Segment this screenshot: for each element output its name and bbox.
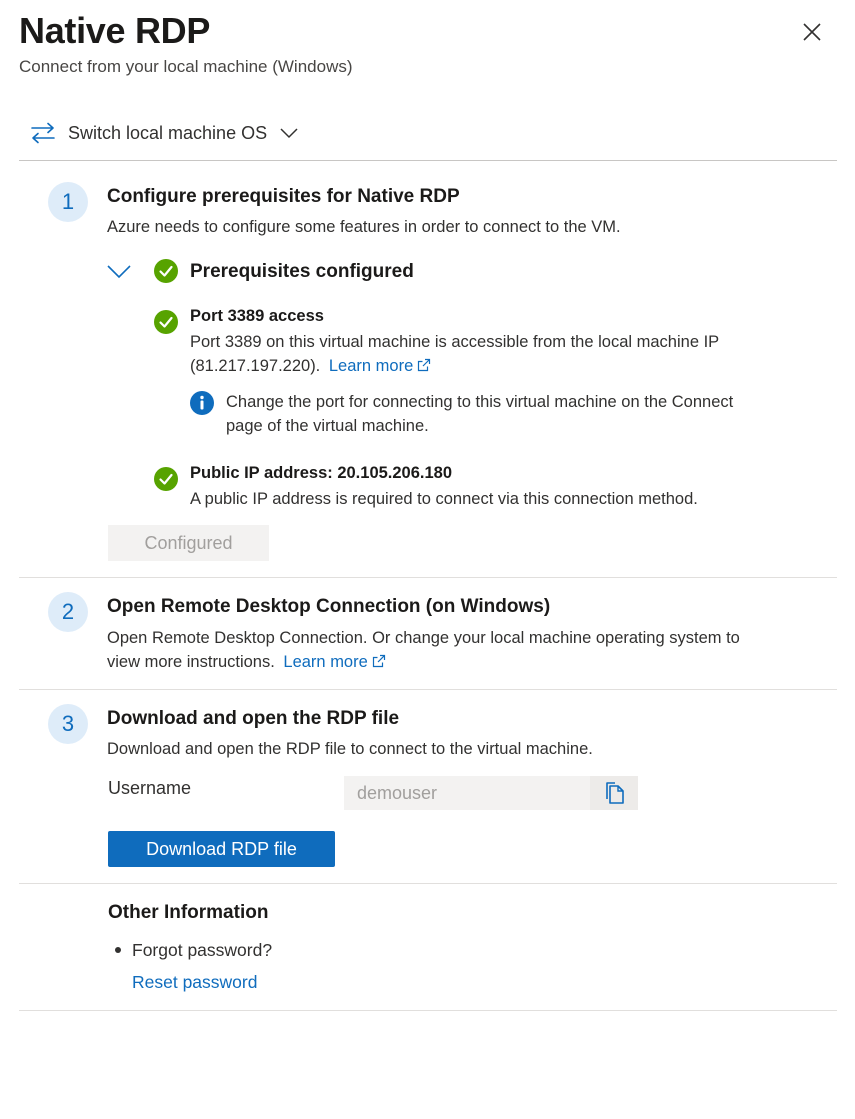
learn-more-label: Learn more bbox=[283, 653, 368, 671]
external-link-icon bbox=[372, 654, 385, 668]
other-info-title: Other Information bbox=[108, 902, 269, 923]
learn-more-link[interactable]: Learn more bbox=[283, 653, 385, 671]
download-rdp-button[interactable]: Download RDP file bbox=[108, 831, 335, 867]
step1-description: Azure needs to configure some features i… bbox=[107, 218, 621, 236]
port-description-line2: (81.217.197.220). Learn more bbox=[190, 354, 431, 378]
success-check-icon bbox=[154, 259, 178, 283]
port-description-line1: Port 3389 on this virtual machine is acc… bbox=[190, 333, 720, 351]
info-line2: page of the virtual machine. bbox=[226, 417, 429, 435]
reset-password-link[interactable]: Reset password bbox=[132, 972, 257, 993]
divider bbox=[19, 883, 837, 884]
username-label: Username bbox=[108, 778, 192, 798]
info-icon bbox=[190, 391, 214, 415]
divider bbox=[19, 1010, 837, 1011]
step3-title: Download and open the RDP file bbox=[107, 708, 400, 729]
public-ip-description: A public IP address is required to conne… bbox=[190, 490, 698, 508]
page-title: Native RDP bbox=[19, 10, 211, 51]
close-button[interactable] bbox=[798, 18, 826, 46]
learn-more-link[interactable]: Learn more bbox=[329, 357, 431, 375]
copy-icon bbox=[606, 782, 624, 804]
switch-arrows-icon bbox=[31, 122, 55, 144]
success-check-icon bbox=[154, 310, 178, 334]
external-link-icon bbox=[418, 358, 431, 372]
chevron-down-icon bbox=[107, 265, 131, 279]
step2-line1: Open Remote Desktop Connection. Or chang… bbox=[107, 629, 740, 647]
public-ip-title: Public IP address: 20.105.206.180 bbox=[190, 464, 453, 482]
info-line1: Change the port for connecting to this v… bbox=[226, 393, 734, 411]
divider bbox=[19, 577, 837, 578]
step-number-2: 2 bbox=[48, 592, 88, 632]
username-field[interactable] bbox=[344, 776, 590, 810]
step3-description: Download and open the RDP file to connec… bbox=[107, 740, 593, 758]
step-number-1: 1 bbox=[48, 182, 88, 222]
step1-title: Configure prerequisites for Native RDP bbox=[107, 186, 460, 207]
chevron-down-icon bbox=[280, 128, 298, 139]
step2-line2: view more instructions. Learn more bbox=[107, 650, 386, 674]
copy-username-button[interactable] bbox=[590, 776, 638, 810]
port-ip: (81.217.197.220). bbox=[190, 357, 321, 375]
close-icon bbox=[803, 23, 821, 41]
forgot-password-text: Forgot password? bbox=[132, 940, 273, 960]
step2-title: Open Remote Desktop Connection (on Windo… bbox=[107, 596, 551, 617]
bullet-dot bbox=[115, 947, 121, 953]
port-title: Port 3389 access bbox=[190, 307, 324, 325]
switch-os-label: Switch local machine OS bbox=[68, 122, 268, 143]
learn-more-label: Learn more bbox=[328, 357, 414, 375]
divider bbox=[19, 160, 837, 161]
configured-button: Configured bbox=[108, 525, 269, 561]
divider bbox=[19, 689, 837, 690]
success-check-icon bbox=[154, 467, 178, 491]
prerequisites-status: Prerequisites configured bbox=[190, 261, 414, 282]
collapse-prerequisites-button[interactable] bbox=[106, 262, 132, 282]
step-number-3: 3 bbox=[48, 704, 88, 744]
page-subtitle: Connect from your local machine (Windows… bbox=[19, 57, 353, 76]
switch-os-button[interactable]: Switch local machine OS bbox=[30, 118, 299, 148]
step2-line2-text: view more instructions. bbox=[107, 653, 275, 671]
